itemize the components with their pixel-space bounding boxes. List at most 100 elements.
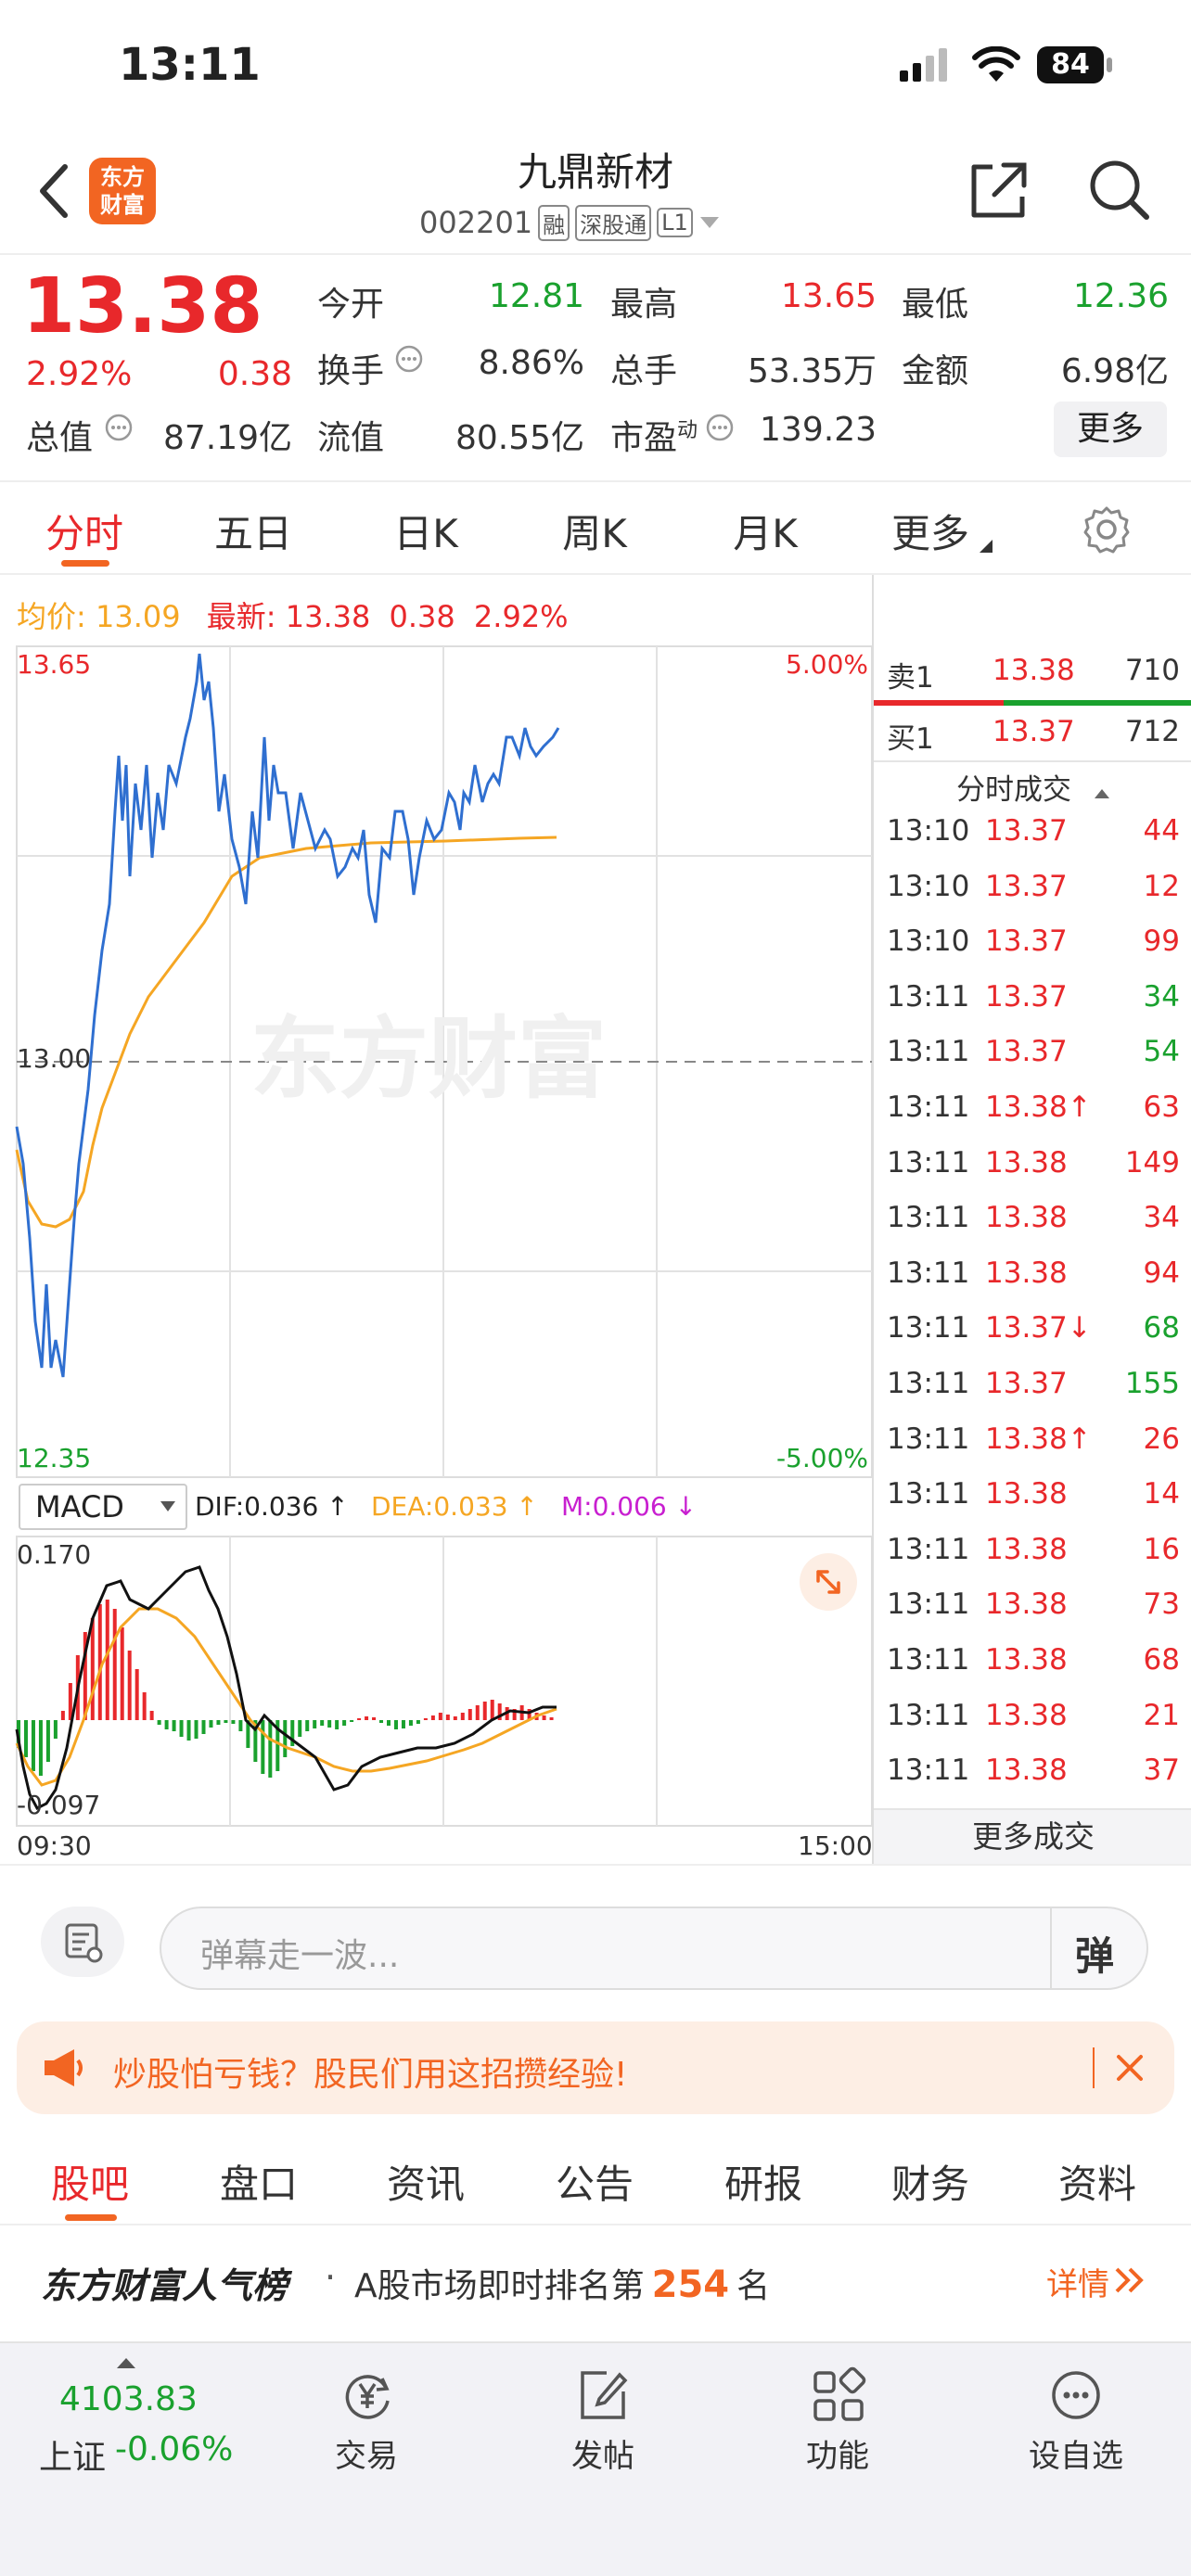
macd-bar	[112, 1609, 117, 1720]
promo-banner[interactable]: 炒股怕亏钱？股民们用这招攒经验!	[17, 2021, 1174, 2114]
macd-bar	[401, 1720, 405, 1728]
megaphone-icon	[45, 2049, 83, 2086]
expand-button[interactable]	[800, 1553, 857, 1611]
trade-price: 13.38	[985, 1477, 1068, 1511]
macd-axis-top: 0.170	[17, 1539, 92, 1570]
float-value: 80.55亿	[455, 419, 584, 457]
trade-price: 13.37	[985, 925, 1068, 959]
macd-bar	[209, 1720, 213, 1728]
indicator-select[interactable]: MACD	[19, 1484, 187, 1530]
trade-volume: 149	[1124, 1145, 1180, 1180]
rank-number: 254	[651, 2264, 730, 2306]
macd-m: M:0.006 ↓	[561, 1491, 698, 1522]
eastmoney-logo[interactable]: 东方 财富	[89, 158, 156, 224]
trade-price: 13.38	[985, 1588, 1068, 1622]
more-button[interactable]: 更多	[1054, 402, 1167, 457]
avg-label: 均价:	[17, 599, 86, 634]
tab-intraday[interactable]: 分时	[15, 503, 154, 559]
latest-label: 最新:	[206, 599, 276, 634]
stock-header: 东方 财富 九鼎新材 002201 融 深股通 L1	[0, 130, 1191, 255]
tab-news[interactable]: 资讯	[356, 2153, 495, 2210]
danmu-toggle-button[interactable]: 弹	[1075, 1925, 1114, 1982]
macd-bar	[320, 1720, 325, 1726]
chevron-down-icon[interactable]	[698, 215, 721, 230]
macd-bar	[387, 1720, 391, 1726]
index-change[interactable]: -0.06%	[115, 2430, 233, 2468]
index-value[interactable]: 4103.83	[59, 2380, 198, 2418]
close-icon[interactable]	[1115, 2053, 1145, 2083]
volume-label: 总手	[610, 352, 678, 390]
tab-weekly-k[interactable]: 周K	[525, 503, 664, 559]
macd-bar	[31, 1720, 35, 1771]
sell-label: 卖1	[887, 661, 934, 695]
macd-bar	[216, 1720, 221, 1725]
more-trades-button[interactable]: 更多成交	[874, 1808, 1191, 1864]
danmu-input[interactable]: 弹幕走一波... 弹	[160, 1906, 1148, 1990]
active-tab-indicator	[65, 2214, 117, 2221]
popularity-rank[interactable]: 东方财富人气榜 · A股市场即时排名第 254 名 详情	[0, 2225, 1191, 2327]
search-icon[interactable]	[1085, 156, 1152, 223]
trade-price: 13.37	[985, 979, 1068, 1014]
tab-research[interactable]: 研报	[694, 2153, 833, 2210]
axis-low: 12.35	[17, 1443, 92, 1473]
tab-daily-k[interactable]: 日K	[356, 503, 495, 559]
price-chart[interactable]: 东方财富	[0, 644, 872, 1479]
nav-add-watchlist[interactable]: 设自选	[1011, 2366, 1141, 2477]
info-icon[interactable]	[104, 413, 134, 442]
macd-bar	[357, 1718, 362, 1720]
macd-bar	[53, 1720, 58, 1739]
trade-row: 13:11 13.37 34	[874, 980, 1180, 1036]
tab-orderbook[interactable]: 盘口	[189, 2153, 328, 2210]
macd-bar	[430, 1715, 435, 1720]
macd-bar	[445, 1715, 450, 1720]
tab-financials[interactable]: 财务	[861, 2153, 1000, 2210]
macd-bar	[60, 1711, 65, 1720]
macd-bar	[127, 1651, 132, 1720]
macd-bar	[261, 1720, 265, 1774]
share-icon[interactable]	[967, 158, 1031, 223]
caret-up-icon	[117, 2358, 135, 2368]
trade-row: 13:11 13.38 14	[874, 1477, 1180, 1533]
trade-price: 13.37	[985, 1035, 1068, 1069]
tab-announcements[interactable]: 公告	[525, 2153, 664, 2210]
tab-forum[interactable]: 股吧	[20, 2153, 160, 2210]
index-name[interactable]: 上证	[39, 2430, 106, 2479]
bottom-nav: 4103.83 上证 -0.06% 交易 发帖 功能 设自选	[0, 2341, 1191, 2576]
trade-price: 13.38	[985, 1698, 1068, 1732]
tab-monthly-k[interactable]: 月K	[696, 503, 835, 559]
macd-bar	[186, 1720, 191, 1741]
trade-row: 13:10 13.37 12	[874, 870, 1180, 925]
trade-volume: 44	[1143, 814, 1180, 848]
danmu-placeholder: 弹幕走一波...	[200, 1937, 400, 1975]
latest-change-pct: 2.92%	[473, 599, 569, 634]
intraday-chart-area: 均价: 13.09 最新: 13.38 0.38 2.92% 东方财富 13.6…	[0, 575, 1191, 1864]
info-icon[interactable]	[394, 344, 424, 374]
trades-title[interactable]: 分时成交	[874, 765, 1191, 815]
section-tabs: 股吧 盘口 资讯 公告 研报 财务 资料	[0, 2133, 1191, 2225]
trade-volume: 34	[1143, 979, 1180, 1014]
back-icon[interactable]	[35, 163, 72, 219]
danmu-list-button[interactable]	[41, 1906, 124, 1977]
macd-bar	[379, 1720, 384, 1723]
macd-bar	[482, 1702, 487, 1720]
dropdown-triangle-icon	[980, 540, 992, 553]
macd-bar	[416, 1720, 420, 1724]
trade-price: 13.38	[985, 1643, 1068, 1677]
low-label: 最低	[902, 286, 969, 324]
tag-margin: 融	[538, 204, 570, 241]
macd-dea: DEA:0.033 ↑	[371, 1491, 538, 1522]
trade-time: 13:11	[887, 979, 970, 1014]
tab-profile[interactable]: 资料	[1028, 2153, 1167, 2210]
info-icon[interactable]	[705, 413, 735, 442]
settings-gear-icon[interactable]	[1082, 504, 1132, 555]
latest-value: 13.38	[285, 599, 371, 634]
macd-bar	[305, 1720, 310, 1731]
trade-row: 13:11 13.38↑ 63	[874, 1090, 1180, 1146]
macd-chart[interactable]	[0, 1535, 872, 1845]
nav-functions[interactable]: 功能	[777, 2366, 898, 2477]
rank-detail-link[interactable]: 详情	[1046, 2259, 1109, 2304]
nav-trade[interactable]: 交易	[306, 2366, 427, 2477]
tab-five-day[interactable]: 五日	[184, 503, 323, 559]
nav-post[interactable]: 发帖	[543, 2366, 663, 2477]
stock-code: 002201	[419, 205, 533, 240]
